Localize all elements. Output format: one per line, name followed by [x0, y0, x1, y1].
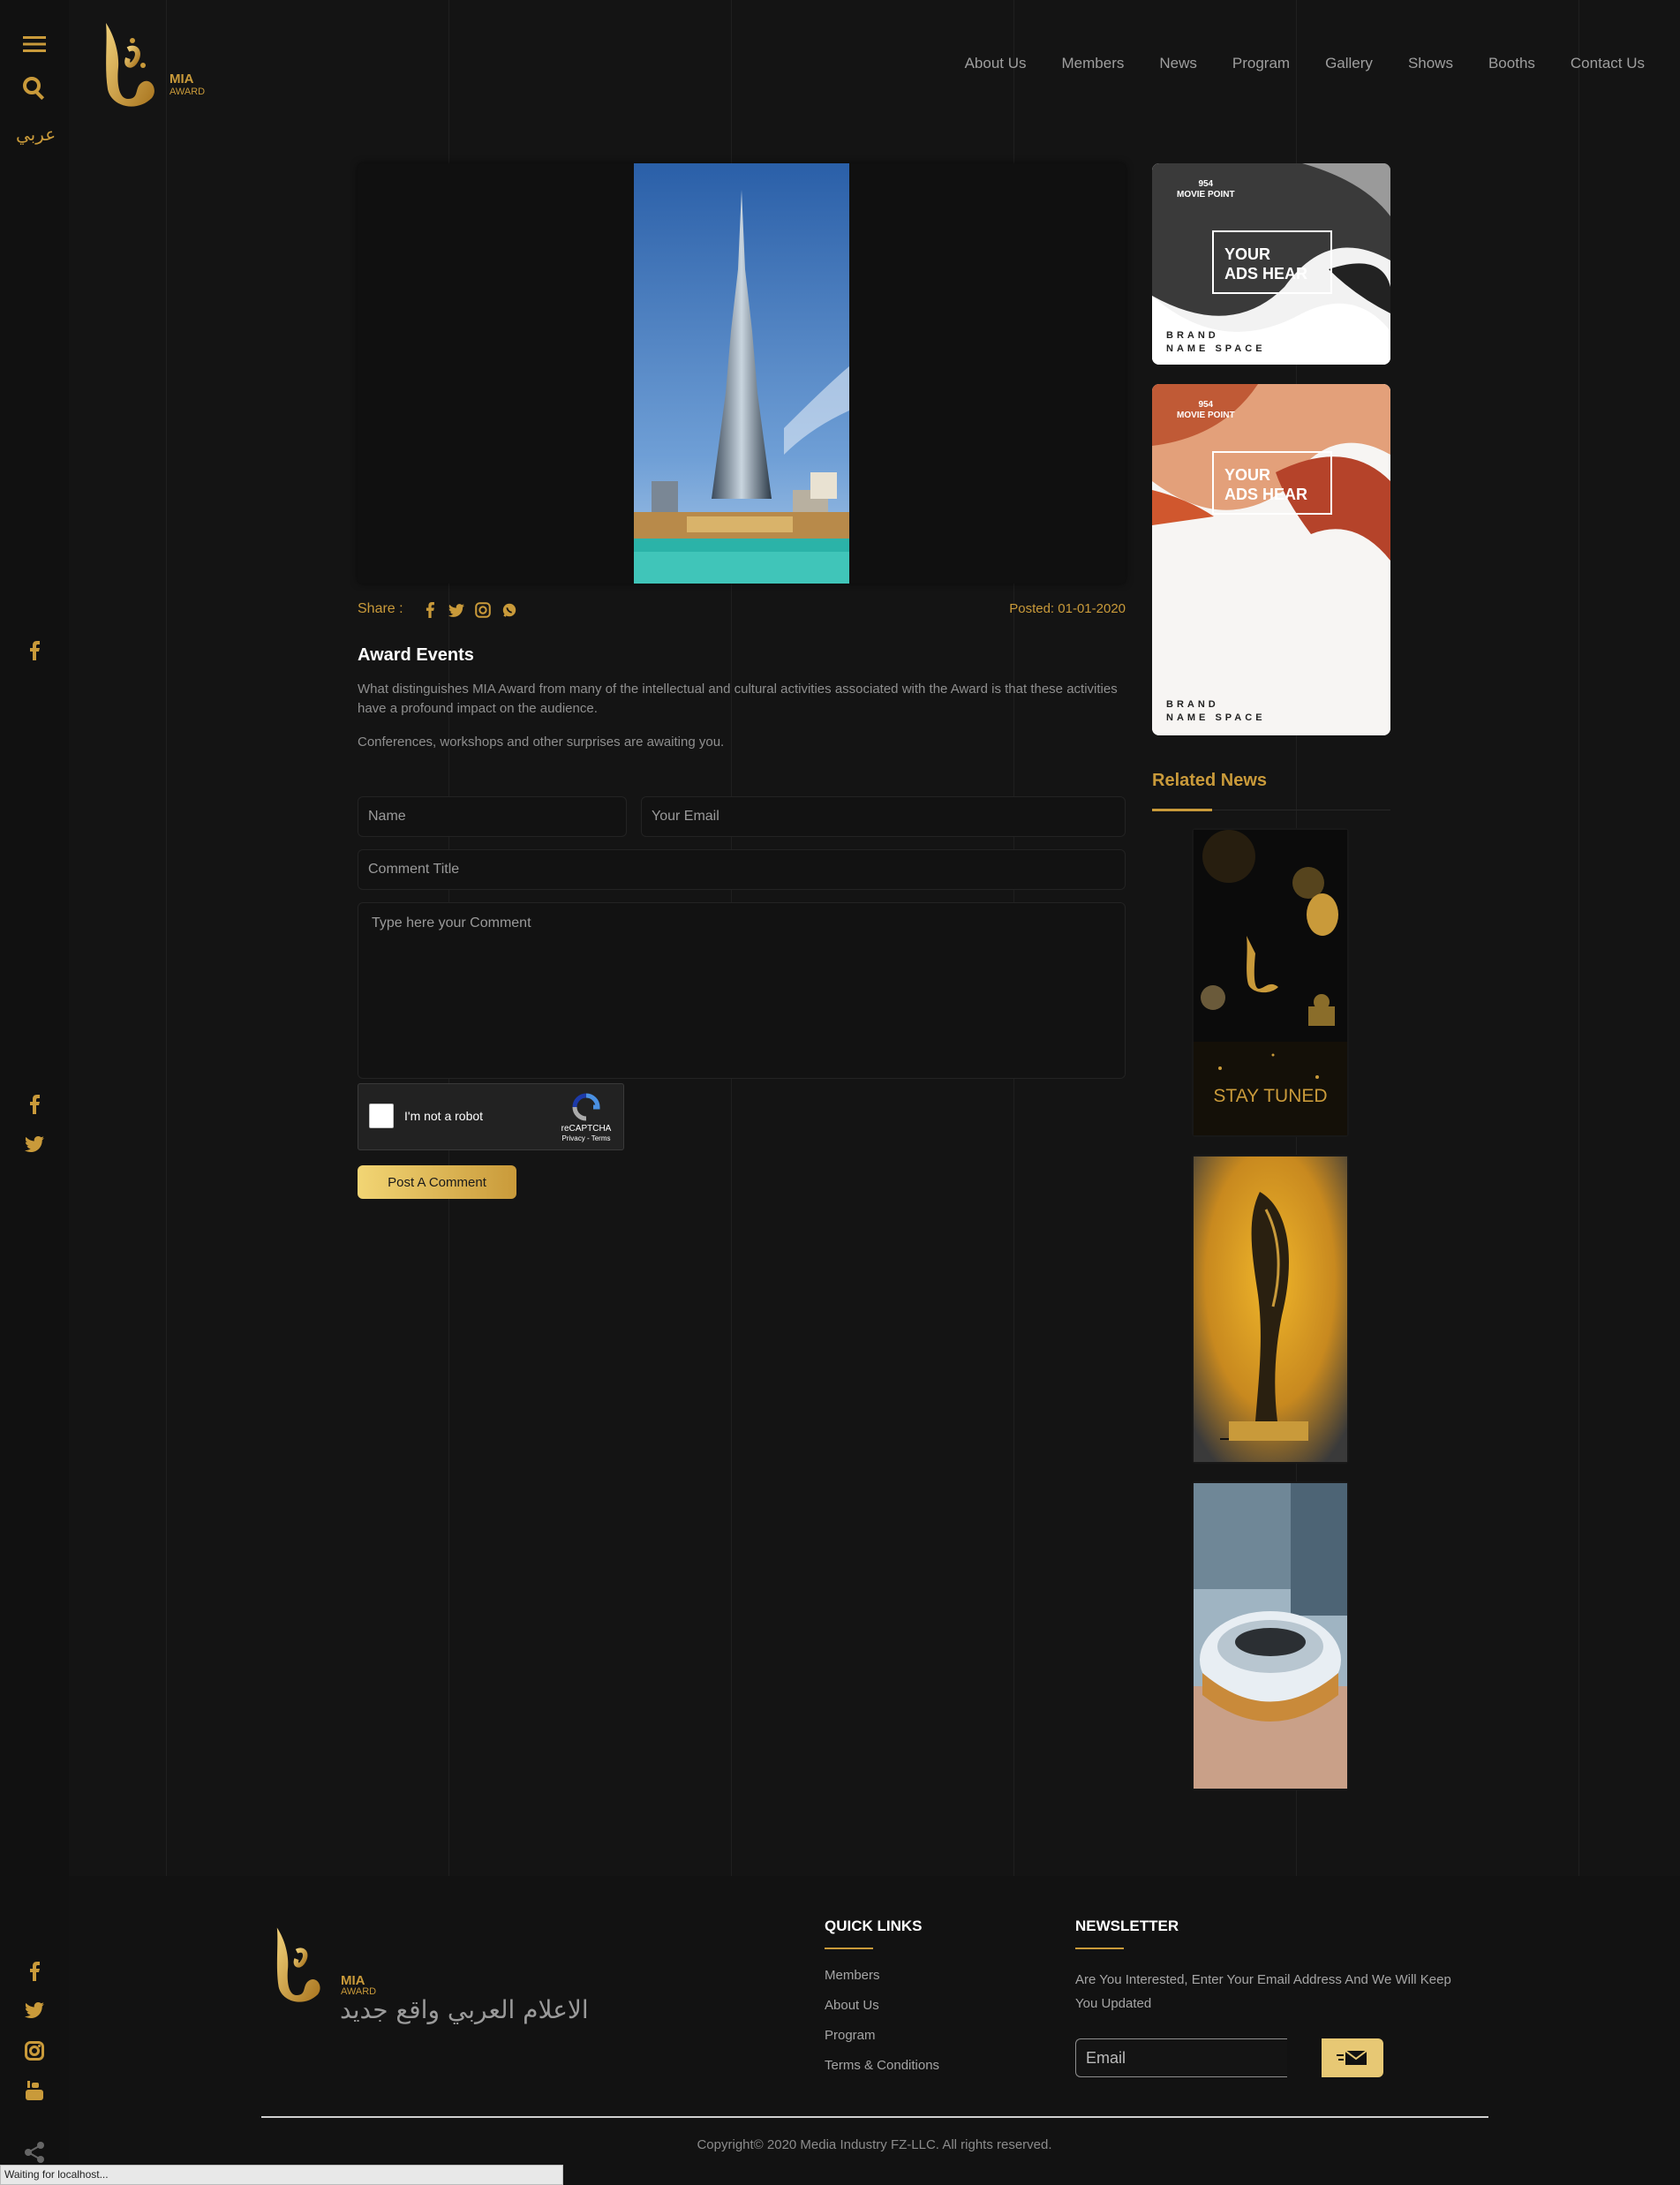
- newsletter-underline: [1075, 1948, 1124, 1949]
- ad-banner[interactable]: 954 MOVIE POINT YOUR ADS HEAR BRAND NAME SP…: [1152, 163, 1390, 365]
- footer-link-terms[interactable]: Terms & Conditions: [825, 2058, 939, 2073]
- article-hero: [358, 163, 1126, 584]
- arena-image: [1194, 1483, 1347, 1789]
- ad-headline: YOUR ADS HEAR: [1212, 451, 1332, 515]
- instagram-icon[interactable]: [474, 601, 492, 619]
- left-rail: عربي: [0, 0, 69, 2185]
- quick-links-title: QUICK LINKS: [825, 1918, 923, 1934]
- nav-shows[interactable]: Shows: [1408, 55, 1453, 72]
- newsletter-text: Are You Interested, Enter Your Email Add…: [1075, 1972, 1451, 2011]
- nav-news[interactable]: News: [1159, 55, 1197, 72]
- nav-about-us[interactable]: About Us: [965, 55, 1027, 72]
- related-news-item[interactable]: [1192, 1155, 1349, 1464]
- ad-point: 954 MOVIE POINT: [1177, 179, 1235, 200]
- instagram-icon[interactable]: [21, 2038, 48, 2064]
- recaptcha-label: I'm not a robot: [404, 1109, 484, 1123]
- nav-booths[interactable]: Booths: [1488, 55, 1535, 72]
- facebook-icon[interactable]: [421, 601, 439, 619]
- recaptcha-icon: [572, 1093, 600, 1121]
- related-news-item[interactable]: [1192, 1481, 1349, 1790]
- nav-gallery[interactable]: Gallery: [1325, 55, 1373, 72]
- email-input[interactable]: Your Email: [641, 796, 1126, 837]
- share-row: Share : Posted: 01-01-2020: [358, 601, 1126, 621]
- post-comment-button[interactable]: Post A Comment: [358, 1165, 516, 1199]
- ad-point: 954 MOVIE POINT: [1177, 400, 1235, 420]
- nav-program[interactable]: Program: [1232, 55, 1290, 72]
- ad-headline: YOUR ADS HEAR: [1212, 230, 1332, 294]
- quick-links-underline: [825, 1948, 873, 1949]
- posted-date: Posted: 01-01-2020: [1009, 601, 1126, 616]
- share-label: Share :: [358, 601, 403, 616]
- recaptcha-brand: reCAPTCHA: [561, 1124, 612, 1134]
- copyright: Copyright© 2020 Media Industry FZ-LLC. A…: [697, 2137, 1052, 2152]
- nav-contact-us[interactable]: Contact Us: [1571, 55, 1645, 72]
- footer-link-program[interactable]: Program: [825, 2028, 876, 2043]
- article-paragraph: Conferences, workshops and other surpris…: [358, 735, 725, 750]
- nav-members[interactable]: Members: [1062, 55, 1125, 72]
- newsletter-email-input[interactable]: Email: [1075, 2038, 1287, 2077]
- twitter-icon[interactable]: [448, 601, 465, 619]
- name-input[interactable]: Name: [358, 796, 627, 837]
- trophy-image: [1194, 1157, 1347, 1462]
- twitter-icon[interactable]: [21, 1997, 48, 2023]
- footer-divider: [261, 2116, 1488, 2118]
- logo-sub: AWARD: [170, 87, 206, 97]
- ad-brand: BRAND NAME SPACE: [1166, 330, 1266, 354]
- burj-khalifa-photo: [634, 163, 849, 584]
- recaptcha-links[interactable]: Privacy - Terms: [560, 1134, 613, 1143]
- menu-icon[interactable]: [21, 31, 48, 57]
- facebook-icon[interactable]: [21, 1091, 48, 1118]
- footer-slogan: الاعلام العربي واقع جديد: [340, 1995, 589, 2024]
- footer-logo[interactable]: [261, 1914, 332, 2020]
- search-icon[interactable]: [21, 75, 48, 102]
- recaptcha-widget: I'm not a robot reCAPTCHA Privacy - Term…: [358, 1083, 624, 1150]
- main-nav: About Us Members News Program Gallery Sh…: [930, 55, 1645, 72]
- twitter-icon[interactable]: [21, 1131, 48, 1157]
- footer-link-members[interactable]: Members: [825, 1968, 880, 1983]
- language-toggle[interactable]: عربي: [16, 124, 56, 145]
- whatsapp-icon[interactable]: [501, 601, 518, 619]
- send-mail-icon: [1337, 2050, 1367, 2065]
- ad-brand: BRAND NAME SPACE: [1166, 699, 1266, 723]
- comment-textarea[interactable]: Type here your Comment: [358, 902, 1126, 1079]
- related-news-item[interactable]: STAY TUNED: [1192, 828, 1349, 1137]
- article-title: Award Events: [358, 645, 474, 665]
- logo-text: MIA: [170, 72, 194, 87]
- newsletter-send-button[interactable]: [1322, 2038, 1383, 2077]
- browser-status-bar: Waiting for localhost...: [0, 2165, 563, 2185]
- related-news-title: Related News: [1152, 771, 1268, 790]
- logo-wordmark: MIA AWARD: [170, 72, 206, 98]
- ad-banner[interactable]: 954 MOVIE POINT YOUR ADS HEAR BRAND NAME SP…: [1152, 384, 1390, 735]
- youtube-icon[interactable]: [21, 2077, 48, 2104]
- newsletter-title: NEWSLETTER: [1075, 1918, 1179, 1934]
- comment-title-input[interactable]: Comment Title: [358, 849, 1126, 890]
- stay-tuned-image: STAY TUNED: [1194, 830, 1347, 1135]
- mia-logo[interactable]: [88, 14, 221, 120]
- recaptcha-checkbox[interactable]: [369, 1104, 394, 1128]
- facebook-icon[interactable]: [21, 1958, 48, 1985]
- stay-tuned-caption: STAY TUNED: [1213, 1086, 1328, 1106]
- article-paragraph: What distinguishes MIA Award from many o…: [358, 682, 1118, 716]
- facebook-icon[interactable]: [21, 637, 48, 664]
- footer-link-about-us[interactable]: About Us: [825, 1998, 879, 2013]
